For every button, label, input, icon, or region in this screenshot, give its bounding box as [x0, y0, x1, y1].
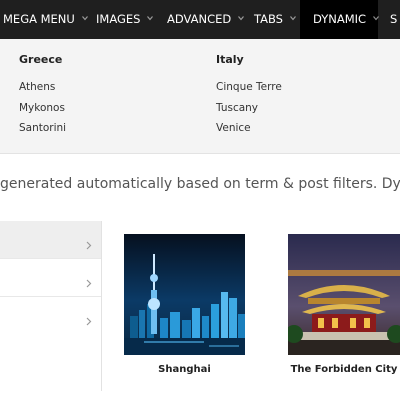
menu-link-mykonos[interactable]: Mykonos: [19, 102, 65, 114]
menu-link-tuscany[interactable]: Tuscany: [216, 102, 258, 114]
top-navbar: MEGA MENU IMAGES ADVANCED TABS DYNAMIC S: [0, 0, 400, 39]
menu-link-cinque-terre[interactable]: Cinque Terre: [216, 81, 282, 93]
nav-item-label: DYNAMIC: [313, 12, 367, 26]
chevron-down-icon: [290, 15, 296, 21]
description-text: generated automatically based on term & …: [0, 176, 400, 192]
chevron-right-icon: [86, 235, 92, 250]
nav-item-advanced[interactable]: ADVANCED: [167, 0, 245, 39]
menu-link-santorini[interactable]: Santorini: [19, 122, 66, 134]
chevron-down-icon: [238, 15, 245, 21]
menu-link-venice[interactable]: Venice: [216, 122, 251, 134]
dynamic-description-text: generated automatically based on term & …: [0, 176, 400, 196]
nav-item-label: TABS: [254, 12, 283, 26]
mega-menu-panel: Greece Athens Mykonos Santorini Italy Ci…: [0, 39, 400, 154]
vertical-tab-1[interactable]: [0, 221, 101, 259]
vertical-tab-3[interactable]: [0, 297, 101, 335]
chevron-down-icon: [81, 15, 88, 21]
card-caption-forbidden-city[interactable]: The Forbidden City: [288, 364, 400, 375]
chevron-down-icon: [147, 15, 154, 21]
column-heading-italy: Italy: [216, 53, 244, 66]
nav-item-label: MEGA MENU: [3, 12, 75, 26]
shanghai-skyline-photo[interactable]: [124, 234, 245, 355]
vertical-tabs-panel: [0, 221, 102, 391]
nav-item-label: S: [390, 12, 398, 26]
menu-link-athens[interactable]: Athens: [19, 81, 55, 93]
nav-item-mega-menu[interactable]: MEGA MENU: [3, 0, 88, 39]
chevron-right-icon: [86, 311, 92, 326]
nav-item-images[interactable]: IMAGES: [96, 0, 154, 39]
forbidden-city-photo[interactable]: [288, 234, 400, 355]
card-caption-shanghai[interactable]: Shanghai: [124, 364, 245, 375]
nav-item-label: ADVANCED: [167, 12, 232, 26]
vertical-tab-2[interactable]: [0, 259, 101, 297]
nav-item-label: IMAGES: [96, 12, 141, 26]
column-heading-greece: Greece: [19, 53, 63, 66]
nav-item-dynamic[interactable]: DYNAMIC: [300, 0, 380, 39]
chevron-down-icon: [373, 15, 380, 21]
chevron-right-icon: [86, 273, 92, 288]
nav-item-truncated[interactable]: S: [390, 0, 397, 39]
nav-item-tabs[interactable]: TABS: [254, 0, 296, 39]
